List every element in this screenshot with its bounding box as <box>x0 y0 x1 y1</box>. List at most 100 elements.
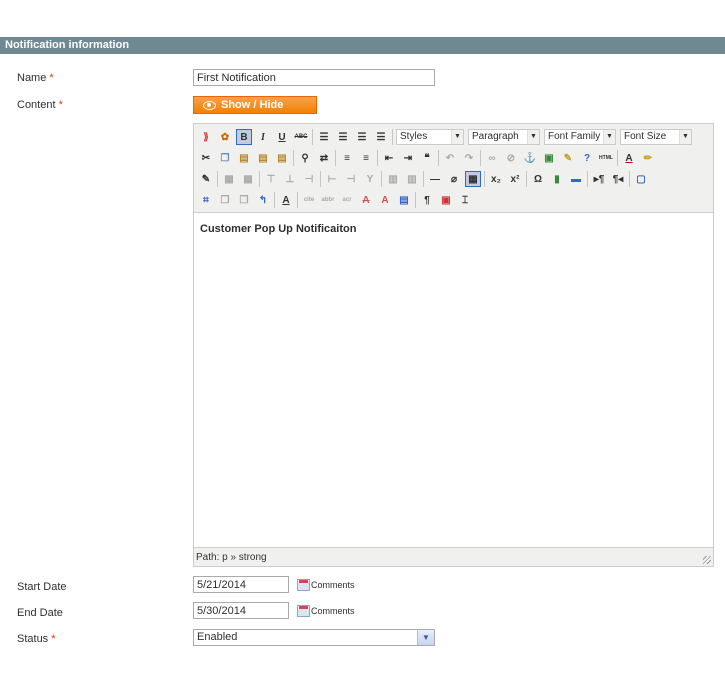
background-color-icon[interactable]: ✏ <box>640 150 656 166</box>
help-icon[interactable]: ? <box>579 150 595 166</box>
subscript-icon[interactable]: x₂ <box>488 171 504 187</box>
resize-handle-icon[interactable] <box>703 556 711 564</box>
abbr-icon[interactable]: abbr <box>320 192 336 208</box>
fullscreen-icon[interactable]: ▢ <box>633 171 649 187</box>
find-icon[interactable]: ⚲ <box>297 150 313 166</box>
numbered-list-icon[interactable]: ≡ <box>358 150 374 166</box>
replace-icon[interactable]: ⇄ <box>316 150 332 166</box>
name-input[interactable] <box>193 69 435 86</box>
cut-icon[interactable]: ✂ <box>198 150 214 166</box>
acronym-icon[interactable]: acr <box>339 192 355 208</box>
image-insert-icon[interactable]: ✿ <box>217 129 233 145</box>
cleanup-icon[interactable]: ✎ <box>560 150 576 166</box>
redo-icon[interactable]: ↷ <box>461 150 477 166</box>
deletion-icon[interactable]: A <box>358 192 374 208</box>
font-size-dropdown[interactable]: Font Size ▼ <box>620 129 692 145</box>
remove-format-icon[interactable]: ⌀ <box>446 171 462 187</box>
toolbar-separator <box>438 150 439 166</box>
toolbar-separator <box>526 171 527 187</box>
toolbar-separator <box>320 171 321 187</box>
insert-row-after-icon[interactable]: ⊥ <box>282 171 298 187</box>
show-hide-editor-button[interactable]: Show / Hide Editor <box>193 96 317 127</box>
chevron-down-icon: ▼ <box>679 130 691 144</box>
status-select[interactable]: Enabled ▼ <box>193 629 435 646</box>
page-break-icon[interactable]: ▬ <box>568 171 584 187</box>
status-select-value: Enabled <box>197 631 238 643</box>
underline-button[interactable]: U <box>274 129 290 145</box>
non-breaking-icon[interactable]: ⌶ <box>457 192 473 208</box>
link-icon[interactable]: ∞ <box>484 150 500 166</box>
align-right-icon[interactable]: ☰ <box>354 129 370 145</box>
paragraph-dropdown[interactable]: Paragraph ▼ <box>468 129 540 145</box>
undo-icon[interactable]: ↶ <box>442 150 458 166</box>
move-forward-icon[interactable]: ❐ <box>217 192 233 208</box>
outdent-icon[interactable]: ⇤ <box>381 150 397 166</box>
paste-text-icon[interactable]: ▤ <box>255 150 271 166</box>
styles-dropdown[interactable]: Styles ▼ <box>396 129 464 145</box>
toolbar-separator <box>629 171 630 187</box>
font-size-dropdown-label: Font Size <box>624 131 667 142</box>
calendar-icon[interactable] <box>297 579 310 591</box>
chevron-down-icon: ▼ <box>603 130 615 144</box>
end-date-input[interactable] <box>193 602 289 619</box>
bold-button[interactable]: B <box>236 129 252 145</box>
bullet-list-icon[interactable]: ≡ <box>339 150 355 166</box>
insert-layer-icon[interactable]: ⌗ <box>198 192 214 208</box>
move-backward-icon[interactable]: ❐ <box>236 192 252 208</box>
ltr-icon[interactable]: ▸¶ <box>591 171 607 187</box>
delete-row-icon[interactable]: ⊣ <box>301 171 317 187</box>
toolbar-separator <box>377 150 378 166</box>
content-label-text: Content <box>17 99 56 111</box>
html-source-icon[interactable]: HTML <box>598 150 614 166</box>
align-left-icon[interactable]: ☰ <box>316 129 332 145</box>
blockquote-icon[interactable]: ❝ <box>419 150 435 166</box>
edit-icon[interactable]: ✎ <box>198 171 214 187</box>
copy-icon[interactable]: ❐ <box>217 150 233 166</box>
status-label-text: Status <box>17 633 49 645</box>
required-mark: * <box>49 72 54 84</box>
wysiwyg-editor: ⟫ ✿ B I U ABC ☰ ☰ ☰ ☰ Styles ▼ Paragraph ▼… <box>193 123 714 567</box>
indent-icon[interactable]: ⇥ <box>400 150 416 166</box>
absolute-icon[interactable]: ↰ <box>255 192 271 208</box>
media-icon[interactable]: ▮ <box>549 171 565 187</box>
align-justify-icon[interactable]: ☰ <box>373 129 389 145</box>
strikethrough-button[interactable]: ABC <box>293 129 309 145</box>
table-row-icon[interactable]: ▦ <box>240 171 256 187</box>
horizontal-rule-icon[interactable]: — <box>427 171 443 187</box>
image-icon[interactable]: ▣ <box>541 150 557 166</box>
special-char-icon[interactable]: Ω <box>530 171 546 187</box>
paste-word-icon[interactable]: ▤ <box>274 150 290 166</box>
italic-button[interactable]: I <box>255 129 271 145</box>
template-icon[interactable]: ▣ <box>438 192 454 208</box>
visual-aid-icon[interactable]: ▦ <box>465 171 481 187</box>
attributes-icon[interactable]: ▤ <box>396 192 412 208</box>
split-cells-icon[interactable]: ▥ <box>385 171 401 187</box>
paste-icon[interactable]: ▤ <box>236 150 252 166</box>
table-icon[interactable]: ▦ <box>221 171 237 187</box>
align-center-icon[interactable]: ☰ <box>335 129 351 145</box>
toolbar-separator <box>392 129 393 145</box>
rtl-icon[interactable]: ¶◂ <box>610 171 626 187</box>
toolbar-separator <box>335 150 336 166</box>
styleprops-icon[interactable]: A <box>278 192 294 208</box>
calendar-icon[interactable] <box>297 605 310 617</box>
cite-icon[interactable]: cite <box>301 192 317 208</box>
insert-row-before-icon[interactable]: ⊤ <box>263 171 279 187</box>
editor-content[interactable]: Customer Pop Up Notificaiton <box>194 212 713 548</box>
editor-path: Path: p » strong <box>196 552 267 563</box>
anchor-icon[interactable]: ⚓ <box>522 150 538 166</box>
unlink-icon[interactable]: ⊘ <box>503 150 519 166</box>
start-date-input[interactable] <box>193 576 289 593</box>
widget-icon[interactable]: ⟫ <box>198 129 214 145</box>
text-color-icon[interactable]: A <box>621 150 637 166</box>
show-blocks-icon[interactable]: ¶ <box>419 192 435 208</box>
insert-col-after-icon[interactable]: ⊣ <box>343 171 359 187</box>
toolbar-separator <box>217 171 218 187</box>
merge-cells-icon[interactable]: ▥ <box>404 171 420 187</box>
font-family-dropdown[interactable]: Font Family ▼ <box>544 129 616 145</box>
superscript-icon[interactable]: x² <box>507 171 523 187</box>
insert-col-before-icon[interactable]: ⊢ <box>324 171 340 187</box>
delete-col-icon[interactable]: Y <box>362 171 378 187</box>
toolbar-separator <box>293 150 294 166</box>
insertion-icon[interactable]: A <box>377 192 393 208</box>
